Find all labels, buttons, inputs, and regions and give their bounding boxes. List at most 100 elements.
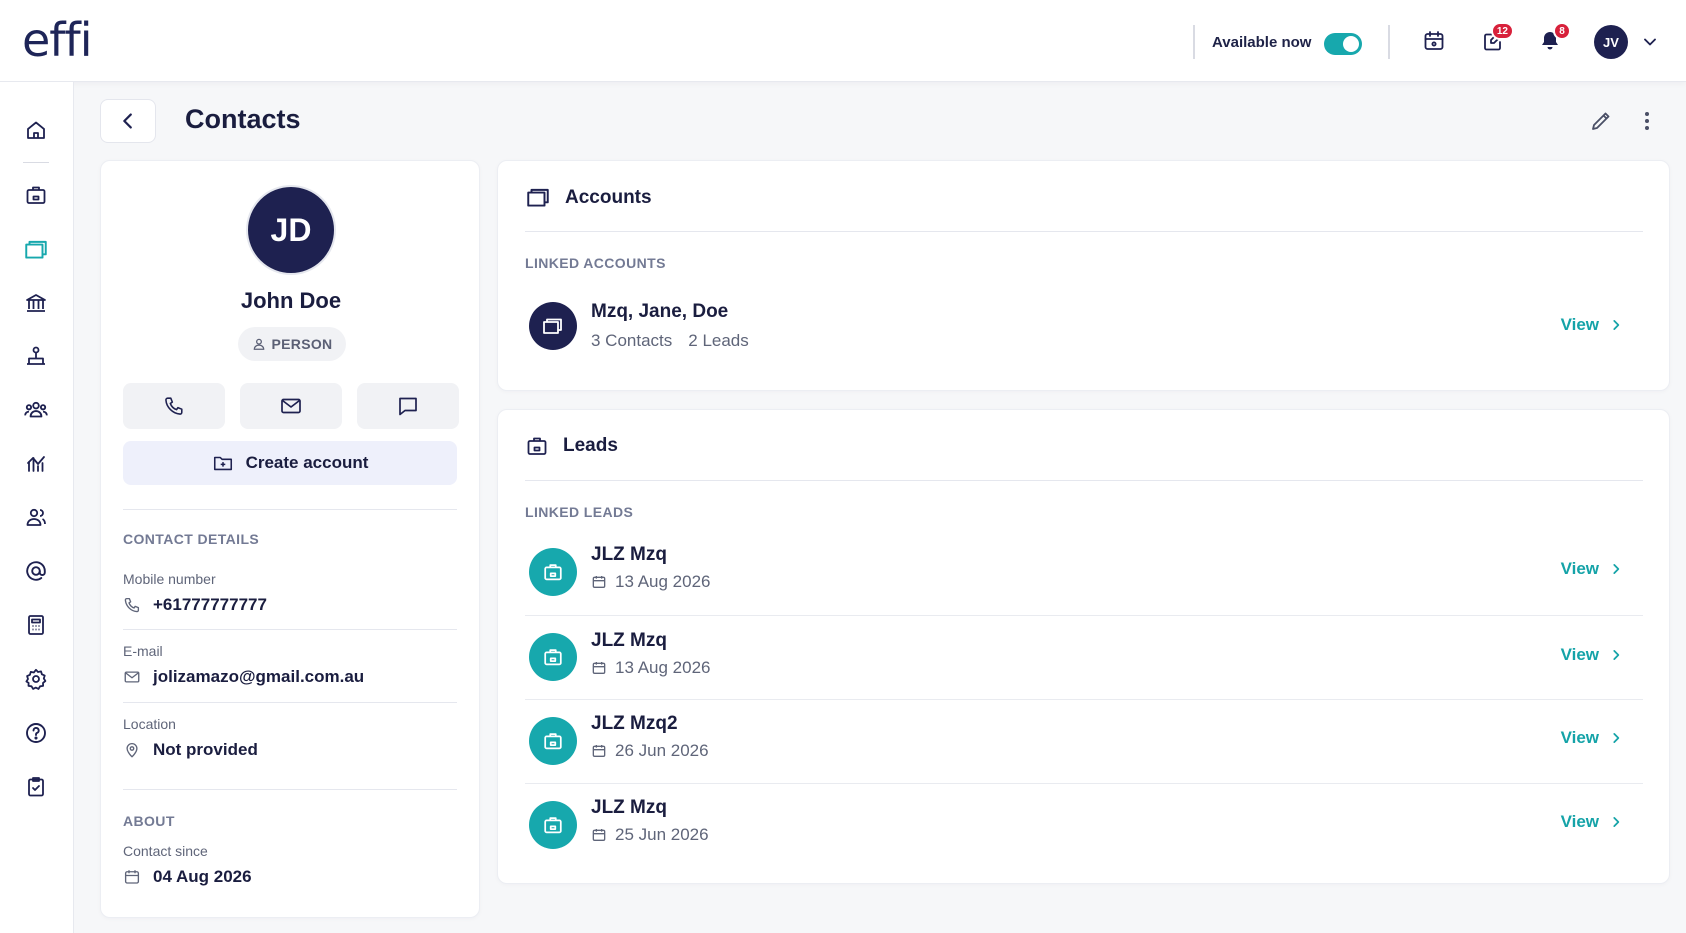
edit-button[interactable] <box>1587 107 1615 135</box>
account-row[interactable]: Mzq, Jane, Doe 3 Contacts 2 Leads View <box>525 285 1643 367</box>
at-icon <box>26 561 46 581</box>
sidebar-divider <box>23 162 49 163</box>
sidebar-item-accounts[interactable] <box>21 235 51 265</box>
view-label: View <box>1560 315 1599 334</box>
view-lead-link[interactable]: View <box>1561 559 1623 579</box>
briefcase-icon <box>544 733 562 750</box>
view-lead-link[interactable]: View <box>1561 645 1623 665</box>
folders-icon <box>543 318 562 334</box>
availability-toggle[interactable] <box>1324 33 1362 55</box>
sidebar-item-home[interactable] <box>21 115 51 145</box>
lead-date: 13 Aug 2026 <box>591 658 710 678</box>
leads-header: Leads <box>525 434 618 458</box>
about-heading: ABOUT <box>123 813 175 829</box>
account-leads-count: 2 Leads <box>688 331 749 350</box>
calendar-icon <box>592 576 606 588</box>
lead-row[interactable]: JLZ Mzq 13 Aug 2026 View <box>525 534 1643 616</box>
lead-row[interactable]: JLZ Mzq 13 Aug 2026 View <box>525 616 1643 700</box>
linked-accounts-heading: LINKED ACCOUNTS <box>525 255 666 271</box>
more-options-button[interactable] <box>1633 107 1661 135</box>
sidebar-item-institutions[interactable] <box>21 288 51 318</box>
divider <box>123 629 457 630</box>
person-icon <box>253 338 264 350</box>
call-button[interactable] <box>123 383 225 429</box>
message-button[interactable] <box>357 383 459 429</box>
lead-date: 13 Aug 2026 <box>591 572 710 592</box>
create-account-button[interactable]: Create account <box>123 441 457 485</box>
lead-name: JLZ Mzq <box>591 797 667 818</box>
user-avatar[interactable]: JV <box>1594 25 1628 59</box>
pencil-icon <box>1592 112 1610 130</box>
mobile-value[interactable]: +61777777777 <box>123 595 267 615</box>
notifications-badge: 8 <box>1553 22 1571 40</box>
calendar-icon <box>592 662 606 674</box>
view-label: View <box>1560 812 1599 831</box>
sidebar <box>0 82 74 933</box>
lead-row[interactable]: JLZ Mzq 25 Jun 2026 View <box>525 784 1643 868</box>
topbar-divider <box>1193 25 1195 59</box>
lead-date: 26 Jun 2026 <box>591 741 709 761</box>
email-label: E-mail <box>123 643 163 659</box>
sidebar-item-email[interactable] <box>21 556 51 586</box>
calculator-icon <box>28 615 44 635</box>
tasks-badge: 12 <box>1490 22 1514 40</box>
sidebar-item-help[interactable] <box>21 718 51 748</box>
org-icon <box>27 346 45 365</box>
notifications-button[interactable]: 8 <box>1535 22 1571 56</box>
sidebar-item-leads[interactable] <box>21 180 51 210</box>
view-account-link[interactable]: View <box>1561 315 1623 335</box>
user-menu-chevron[interactable] <box>1640 32 1660 52</box>
chevron-right-icon <box>1613 733 1620 743</box>
mobile-label: Mobile number <box>123 571 216 587</box>
divider <box>123 702 457 703</box>
top-bar: effi Available now 12 8 JV <box>0 0 1686 82</box>
more-vertical-icon <box>1645 112 1649 130</box>
briefcase-icon <box>544 564 562 581</box>
page-title: Contacts <box>185 104 301 134</box>
account-name: Mzq, Jane, Doe <box>591 301 729 322</box>
sidebar-item-reports[interactable] <box>21 448 51 478</box>
accounts-header: Accounts <box>525 185 652 211</box>
calendar-icon <box>124 870 140 884</box>
tasks-button[interactable]: 12 <box>1478 22 1514 56</box>
account-meta: 3 Contacts 2 Leads <box>591 331 749 351</box>
chevron-right-icon <box>1613 320 1620 330</box>
sidebar-item-settings[interactable] <box>21 664 51 694</box>
contact-type-badge: PERSON <box>238 327 346 361</box>
email-value[interactable]: jolizamazo@gmail.com.au <box>123 667 364 687</box>
email-button[interactable] <box>240 383 342 429</box>
lead-avatar <box>529 717 577 765</box>
sidebar-item-team[interactable] <box>21 395 51 425</box>
gear-icon <box>25 668 47 690</box>
divider <box>123 789 457 790</box>
lead-date-text: 13 Aug 2026 <box>615 572 711 591</box>
location-value: Not provided <box>123 740 258 760</box>
calendar-button[interactable] <box>1419 26 1449 56</box>
sidebar-item-tasks[interactable] <box>21 772 51 802</box>
view-lead-link[interactable]: View <box>1561 728 1623 748</box>
chevron-down-icon <box>1644 38 1656 46</box>
lead-name: JLZ Mzq <box>591 544 667 565</box>
contact-since-label: Contact since <box>123 843 208 859</box>
mobile-number: +61777777777 <box>153 595 267 614</box>
sidebar-item-structure[interactable] <box>21 341 51 371</box>
sidebar-item-contacts[interactable] <box>21 502 51 532</box>
lead-avatar <box>529 548 577 596</box>
view-lead-link[interactable]: View <box>1561 812 1623 832</box>
contact-details-heading: CONTACT DETAILS <box>123 531 260 547</box>
back-button[interactable] <box>100 99 156 143</box>
contact-type-label: PERSON <box>271 336 333 352</box>
sidebar-item-calculator[interactable] <box>21 610 51 640</box>
help-icon <box>26 723 46 743</box>
folders-icon <box>25 240 47 259</box>
lead-date-text: 25 Jun 2026 <box>615 825 709 844</box>
chart-icon <box>27 456 45 472</box>
folders-icon <box>527 188 549 207</box>
contact-avatar: JD <box>246 185 336 275</box>
lead-row[interactable]: JLZ Mzq2 26 Jun 2026 View <box>525 700 1643 784</box>
phone-icon <box>124 597 140 613</box>
app-logo[interactable]: effi <box>22 14 92 66</box>
folder-plus-icon <box>213 456 232 471</box>
linked-leads-heading: LINKED LEADS <box>525 504 634 520</box>
phone-icon <box>165 397 183 415</box>
